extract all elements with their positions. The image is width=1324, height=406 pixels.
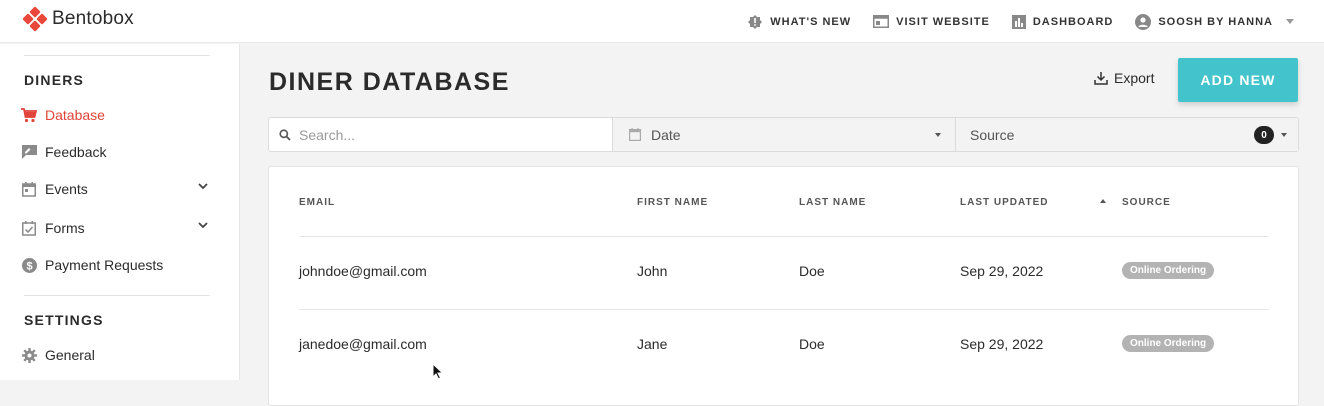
visit-website-label: VISIT WEBSITE — [896, 15, 990, 28]
badge-alert-icon — [748, 14, 763, 29]
brand-logo[interactable]: Bentobox — [22, 6, 134, 32]
row-divider — [299, 309, 1269, 310]
calendar-icon — [20, 180, 38, 198]
top-nav: WHAT'S NEW VISIT WEBSITE DASHBOARD SOOSH… — [747, 0, 1294, 43]
diners-section-title: DINERS — [24, 72, 85, 88]
dollar-icon: $ — [20, 256, 38, 274]
mouse-cursor-icon — [432, 363, 444, 380]
source-count-badge: 0 — [1254, 126, 1274, 144]
email-cell: janedoe@gmail.com — [299, 336, 427, 352]
chevron-down-icon — [198, 183, 208, 190]
email-cell: johndoe@gmail.com — [299, 263, 427, 279]
sidebar-item-label: Forms — [45, 220, 85, 236]
chevron-down-icon — [198, 222, 208, 229]
sidebar-item-label: Payment Requests — [45, 257, 164, 273]
date-filter-label: Date — [651, 126, 681, 143]
sidebar-item-general[interactable]: General — [20, 343, 212, 367]
sidebar-item-database[interactable]: Database — [20, 103, 212, 127]
source-badge: Online Ordering — [1122, 335, 1215, 352]
sidebar-item-label: General — [45, 347, 95, 363]
caret-down-icon — [1281, 133, 1287, 137]
column-header-email[interactable]: EMAIL — [299, 197, 335, 208]
search-icon — [279, 128, 291, 141]
sidebar-item-label: Feedback — [45, 144, 107, 160]
visit-website-link[interactable]: VISIT WEBSITE — [873, 15, 990, 28]
sidebar-item-forms[interactable]: Forms — [20, 216, 212, 240]
sidebar-item-payment-requests[interactable]: $ Payment Requests — [20, 253, 212, 277]
browser-window-icon — [873, 15, 890, 28]
bar-chart-icon — [1011, 14, 1026, 29]
feedback-icon — [20, 143, 38, 161]
dashboard-link[interactable]: DASHBOARD — [1011, 14, 1114, 29]
chevron-down-icon — [1286, 19, 1294, 24]
svg-text:$: $ — [26, 260, 32, 272]
sidebar-item-label: Events — [45, 181, 88, 197]
export-label: Export — [1114, 70, 1155, 86]
dashboard-label: DASHBOARD — [1032, 15, 1114, 28]
forms-icon — [20, 219, 38, 237]
first-name-cell: Jane — [637, 336, 668, 352]
top-bar: Bentobox WHAT'S NEW VISIT WEBSITE DASHBO… — [0, 0, 1324, 43]
download-icon — [1094, 72, 1108, 85]
caret-down-icon — [935, 133, 941, 137]
source-badge: Online Ordering — [1122, 262, 1215, 279]
add-new-button[interactable]: ADD NEW — [1178, 58, 1298, 102]
settings-section-title: SETTINGS — [24, 312, 104, 328]
sidebar-item-label: Database — [45, 107, 105, 123]
whats-new-link[interactable]: WHAT'S NEW — [747, 14, 851, 30]
column-header-source[interactable]: SOURCE — [1122, 197, 1171, 208]
last-updated-cell: Sep 29, 2022 — [960, 336, 1044, 352]
account-label: SOOSH BY HANNA — [1158, 15, 1273, 28]
bentobox-logo-icon — [22, 6, 48, 32]
column-header-last-name[interactable]: LAST NAME — [799, 197, 866, 208]
export-button[interactable]: Export — [1094, 70, 1154, 86]
last-name-cell: Doe — [799, 336, 825, 352]
gear-icon — [20, 346, 38, 364]
user-avatar-icon — [1135, 13, 1152, 30]
sidebar-divider — [24, 55, 210, 56]
filter-bar: Date Source 0 — [268, 117, 1299, 152]
calendar-icon — [629, 128, 641, 141]
row-divider — [299, 236, 1269, 237]
column-header-last-updated[interactable]: LAST UPDATED — [960, 197, 1048, 208]
date-filter-dropdown[interactable]: Date — [613, 118, 956, 151]
search-field — [269, 118, 613, 151]
column-header-first-name[interactable]: FIRST NAME — [637, 197, 708, 208]
sidebar-item-events[interactable]: Events — [20, 177, 212, 201]
sidebar-divider — [24, 295, 210, 296]
sidebar-item-feedback[interactable]: Feedback — [20, 140, 212, 164]
diner-table: EMAIL FIRST NAME LAST NAME LAST UPDATED … — [268, 166, 1299, 406]
last-name-cell: Doe — [799, 263, 825, 279]
account-menu[interactable]: SOOSH BY HANNA — [1135, 13, 1294, 30]
brand-name: Bentobox — [52, 8, 134, 29]
page-title: DINER DATABASE — [269, 68, 510, 96]
last-updated-cell: Sep 29, 2022 — [960, 263, 1044, 279]
first-name-cell: John — [637, 263, 668, 279]
whats-new-label: WHAT'S NEW — [770, 15, 852, 28]
cart-icon — [20, 106, 38, 124]
sidebar: DINERS Database Feedback Events Forms $ … — [0, 44, 240, 380]
source-filter-dropdown[interactable]: Source 0 — [956, 118, 1298, 151]
search-input[interactable] — [299, 126, 599, 143]
main-content: DINER DATABASE Export ADD NEW Date Sourc… — [241, 44, 1324, 406]
source-filter-label: Source — [970, 126, 1015, 143]
sort-ascending-icon[interactable] — [1100, 199, 1106, 203]
